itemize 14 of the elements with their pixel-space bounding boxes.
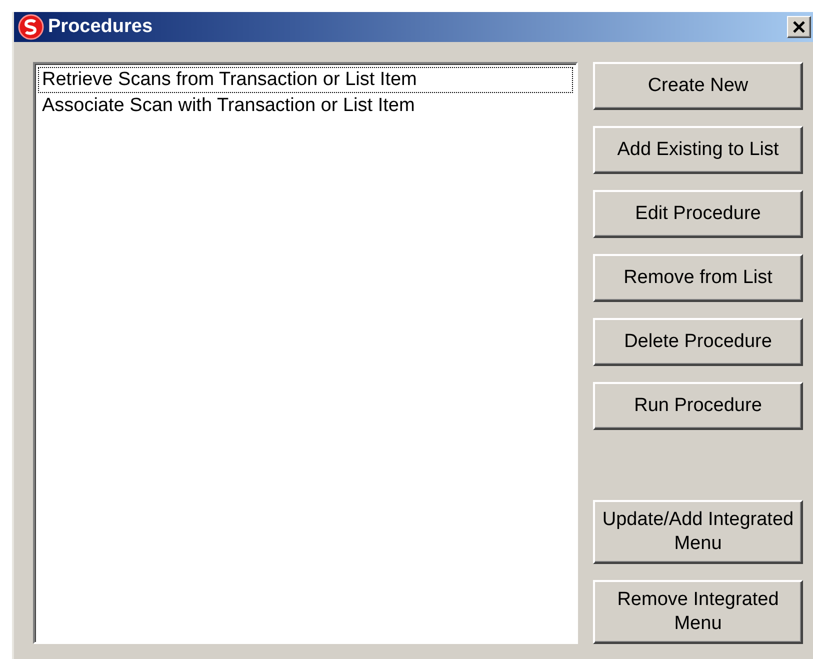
action-button[interactable]: Add Existing to List — [593, 126, 803, 174]
action-button[interactable]: Create New — [593, 62, 803, 110]
action-button[interactable]: Delete Procedure — [593, 318, 803, 366]
list-item[interactable]: Associate Scan with Transaction or List Item — [38, 93, 573, 119]
app-logo-icon — [18, 14, 44, 40]
action-button[interactable]: Edit Procedure — [593, 190, 803, 238]
action-button[interactable]: Remove from List — [593, 254, 803, 302]
procedure-list[interactable]: Retrieve Scans from Transaction or List Item Associate Scan with Transaction or List Item — [33, 62, 578, 644]
close-icon[interactable] — [787, 16, 811, 38]
window-title: Procedures — [48, 16, 154, 38]
list-item[interactable]: Retrieve Scans from Transaction or List Item — [38, 67, 573, 93]
menu-button[interactable]: Update/Add Integrated Menu — [593, 500, 803, 564]
menu-button[interactable]: Remove Integrated Menu — [593, 580, 803, 644]
action-button[interactable]: Run Procedure — [593, 382, 803, 430]
